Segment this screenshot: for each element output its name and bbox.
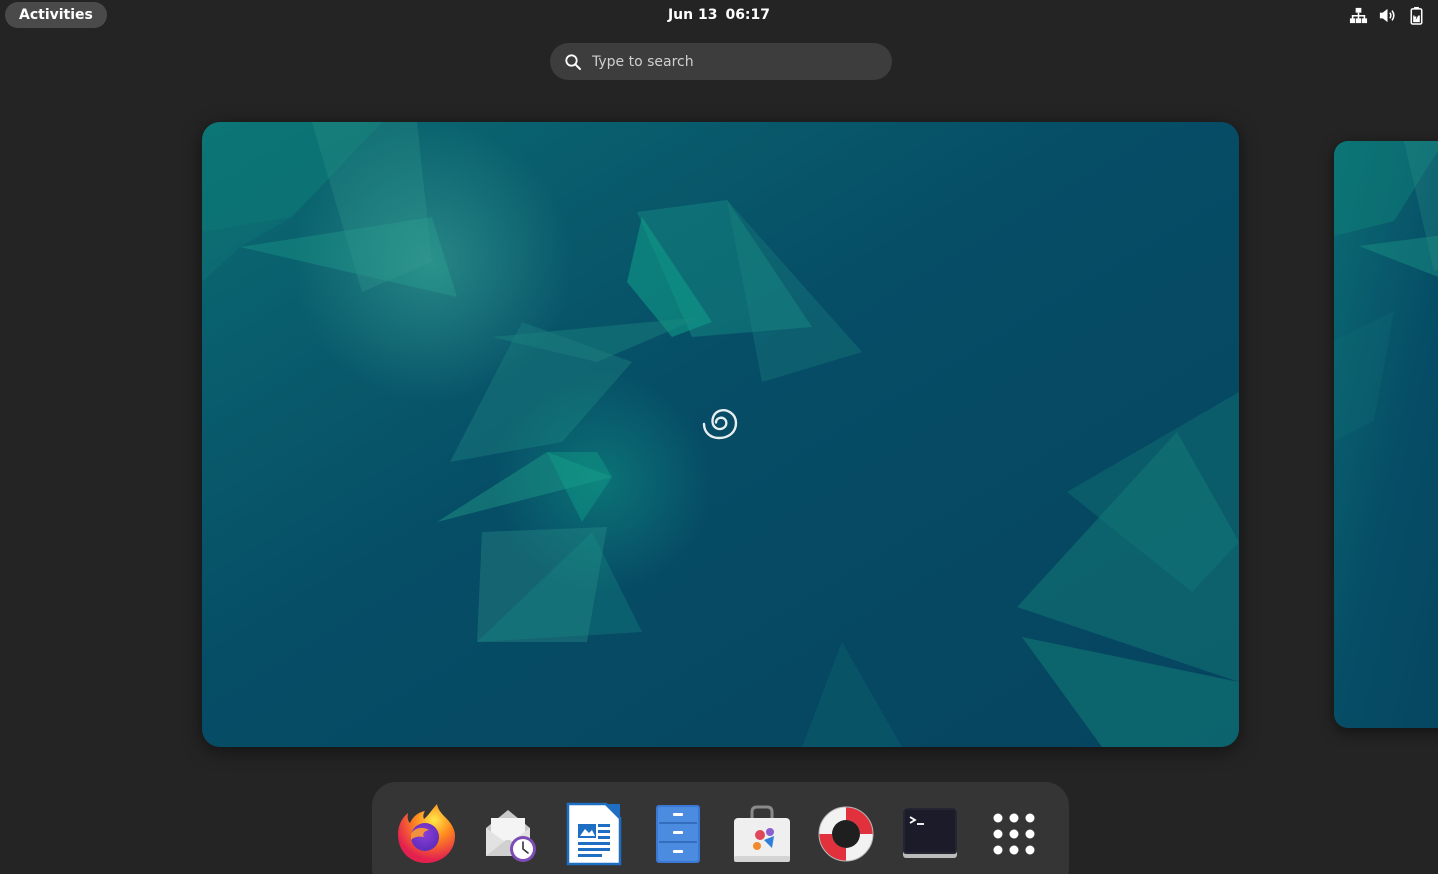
evolution-mail-icon (486, 810, 536, 862)
files-icon (656, 805, 700, 863)
help-icon (818, 806, 874, 862)
dock-item-software[interactable] (730, 802, 794, 866)
network-wired-icon (1349, 7, 1368, 23)
terminal-icon (903, 808, 957, 858)
volume-icon (1379, 8, 1395, 22)
dock-item-firefox[interactable] (394, 802, 458, 866)
dock-item-help[interactable] (814, 802, 878, 866)
search-bar[interactable] (550, 43, 892, 80)
dock-item-libreoffice-writer[interactable] (562, 802, 626, 866)
show-apps-icon (993, 813, 1035, 855)
search-icon (565, 54, 581, 70)
clock-time[interactable]: 06:17 (725, 7, 770, 23)
dock-item-terminal[interactable] (898, 802, 962, 866)
workspace-thumbnail-1[interactable] (202, 122, 1239, 747)
libreoffice-writer-icon (566, 802, 622, 866)
dock-item-files[interactable] (646, 802, 710, 866)
gnome-overview: Activities Jun 13 06:17 (0, 0, 1438, 874)
system-tray[interactable] (1349, 5, 1426, 25)
software-icon (734, 805, 790, 862)
dock-item-evolution[interactable] (478, 802, 542, 866)
search-input[interactable] (592, 43, 872, 80)
top-bar: Activities Jun 13 06:17 (0, 0, 1438, 30)
activities-button[interactable]: Activities (5, 2, 107, 28)
dash-dock (372, 782, 1069, 874)
debian-wallpaper (202, 122, 1239, 747)
dock-item-show-apps[interactable] (982, 802, 1046, 866)
battery-icon (1410, 6, 1423, 25)
workspace-thumbnail-2[interactable] (1334, 141, 1438, 728)
firefox-icon (398, 804, 455, 863)
clock-date[interactable]: Jun 13 (668, 7, 718, 23)
debian-wallpaper-thumbnail (1334, 141, 1438, 728)
clock: Jun 13 06:17 (0, 0, 1438, 30)
